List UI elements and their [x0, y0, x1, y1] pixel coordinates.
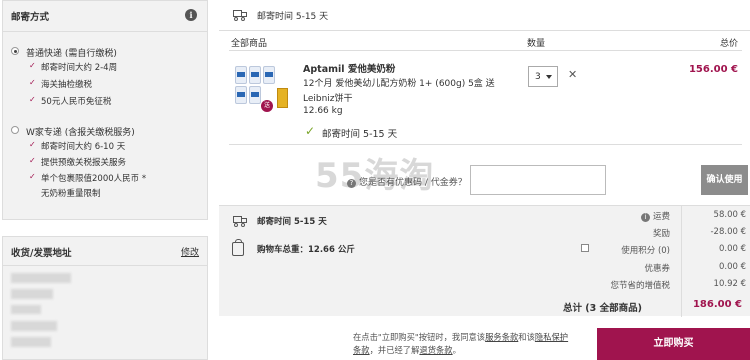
check-icon: ✓ — [305, 124, 316, 138]
order-summary: 邮寄时间 5-15 天 购物车总重：12.66 公斤 i 运费 58.00 € 奖… — [219, 205, 750, 317]
check-icon: ✓ — [29, 95, 36, 104]
shipping-option-standard-radio[interactable] — [11, 47, 19, 55]
shipping-option-express-label[interactable]: W家专递 (含报关缴税服务) — [26, 125, 135, 138]
agreement-text-part: 和该 — [518, 332, 535, 342]
product-name[interactable]: Aptamil 爱他美奶粉 — [303, 61, 395, 75]
check-icon: ✓ — [29, 61, 36, 70]
quantity-select[interactable]: 3 — [528, 66, 558, 87]
check-icon: ✓ — [29, 140, 36, 149]
shipping-feature: 50元人民币免征税 — [41, 97, 112, 107]
points-label: 使用积分 (0) — [621, 246, 670, 256]
reward-value: -28.00 € — [710, 227, 746, 237]
item-delivery-time: 邮寄时间 5-15 天 — [322, 129, 398, 140]
cart-weight-label: 购物车总重：12.66 公斤 — [257, 245, 355, 255]
truck-icon — [233, 10, 247, 21]
return-policy-link[interactable]: 退货条款 — [419, 345, 452, 355]
use-points-checkbox[interactable] — [581, 244, 589, 252]
truck-icon — [233, 216, 247, 227]
items-header: 全部商品 — [231, 39, 268, 49]
redacted-text — [11, 273, 71, 283]
shipping-method-panel: 邮寄方式 i 普通快递 (需自行缴税) ✓ 邮寄时间大约 2-4周 ✓ 海关抽检… — [2, 0, 208, 220]
agreement-text: 在点击"立即购买"按钮时，我同意该服务条款和该隐私保护条款，并已经了解退货条款。 — [353, 331, 593, 357]
divider — [681, 206, 682, 317]
address-title: 收货/发票地址 — [11, 248, 72, 259]
info-icon[interactable]: i — [640, 213, 650, 222]
redacted-text — [11, 305, 41, 314]
total-label: 总计 (3 全部商品) — [563, 303, 642, 314]
product-description: 12个月 爱他美幼儿配方奶粉 1+ (600g) 5盒 送 — [303, 79, 495, 89]
shipping-feature: 邮寄时间大约 2-4周 — [41, 63, 118, 73]
coupon-value: 0.00 € — [718, 262, 746, 272]
question-icon: ? — [347, 179, 356, 188]
product-image[interactable]: 送 — [233, 62, 289, 120]
apply-coupon-button[interactable]: 确认使用 — [701, 165, 748, 195]
shipping-option-express-radio[interactable] — [11, 126, 19, 134]
chevron-down-icon — [546, 75, 552, 79]
left-column: 邮寄方式 i 普通快递 (需自行缴税) ✓ 邮寄时间大约 2-4周 ✓ 海关抽检… — [0, 0, 209, 360]
redacted-text — [11, 289, 53, 299]
agreement-text-part: 在点击"立即购买"按钮时，我同意该 — [353, 332, 486, 342]
vat-saved-label: 您节省的增值税 — [610, 281, 670, 291]
shipping-feature: 提供预缴关税报关服务 — [41, 158, 127, 168]
shipping-option-standard-label[interactable]: 普通快递 (需自行缴税) — [26, 46, 117, 59]
agreement-text-part: 。 — [452, 345, 461, 355]
divider — [3, 265, 207, 266]
vat-saved-value: 10.92 € — [713, 279, 746, 289]
coupon-question-text: 您是否有优惠码 / 代金券？ — [359, 178, 467, 188]
divider — [3, 31, 207, 32]
delivery-header: 邮寄时间 5-15 天 — [219, 0, 750, 31]
delivery-time-label: 邮寄时间 5-15 天 — [257, 12, 329, 22]
buy-now-button[interactable]: 立即购买 — [597, 328, 750, 360]
product-description: Leibniz饼干 — [303, 94, 353, 104]
agreement-text-part: ，并已经了解 — [369, 345, 420, 355]
item-price: 156.00 € — [688, 64, 738, 75]
shipping-feature: 无奶粉重量限制 — [41, 189, 101, 199]
total-value: 186.00 € — [692, 299, 742, 310]
quantity-header: 数量 — [527, 39, 546, 49]
coupon-label: 优惠券 — [644, 264, 670, 274]
shipping-feature: 单个包裹限值2000人民币 * — [41, 174, 147, 184]
terms-link[interactable]: 服务条款 — [485, 332, 518, 342]
redacted-text — [11, 337, 51, 347]
summary-delivery-time: 邮寄时间 5-15 天 — [257, 217, 327, 227]
check-icon: ✓ — [29, 78, 36, 87]
quantity-value: 3 — [535, 72, 541, 82]
watermark: 55海淘 — [315, 156, 435, 196]
shipping-feature: 海关抽检缴税 — [41, 80, 93, 90]
address-panel: 收货/发票地址 修改 — [2, 236, 208, 360]
shipping-feature: 邮寄时间大约 6-10 天 — [41, 142, 126, 152]
weight-icon — [232, 239, 244, 256]
points-value: 0.00 € — [718, 244, 746, 254]
remove-item-icon[interactable]: ✕ — [568, 68, 577, 81]
total-header: 总价 — [719, 39, 738, 49]
privacy-link[interactable]: 隐私保护 — [535, 332, 568, 342]
shipping-method-title: 邮寄方式 — [11, 12, 50, 23]
privacy-link[interactable]: 条款 — [353, 345, 370, 355]
product-weight: 12.66 kg — [303, 106, 343, 116]
reward-label: 奖励 — [652, 229, 670, 239]
shipping-fee-value: 58.00 € — [713, 210, 746, 220]
info-icon[interactable]: i — [185, 9, 197, 21]
divider — [229, 50, 742, 51]
redacted-text — [11, 321, 57, 331]
shipping-fee-label: i 运费 — [640, 210, 670, 222]
check-icon: ✓ — [29, 172, 36, 181]
edit-address-link[interactable]: 修改 — [181, 245, 199, 258]
shipping-fee-text: 运费 — [652, 212, 670, 222]
cart-main: 邮寄时间 5-15 天 全部商品 数量 总价 送 Aptamil 爱他美奶粉 1… — [219, 0, 750, 360]
check-icon: ✓ — [29, 156, 36, 165]
coupon-input[interactable] — [470, 165, 606, 195]
coupon-question: ? 您是否有优惠码 / 代金券？ — [347, 175, 467, 188]
divider — [229, 144, 742, 145]
